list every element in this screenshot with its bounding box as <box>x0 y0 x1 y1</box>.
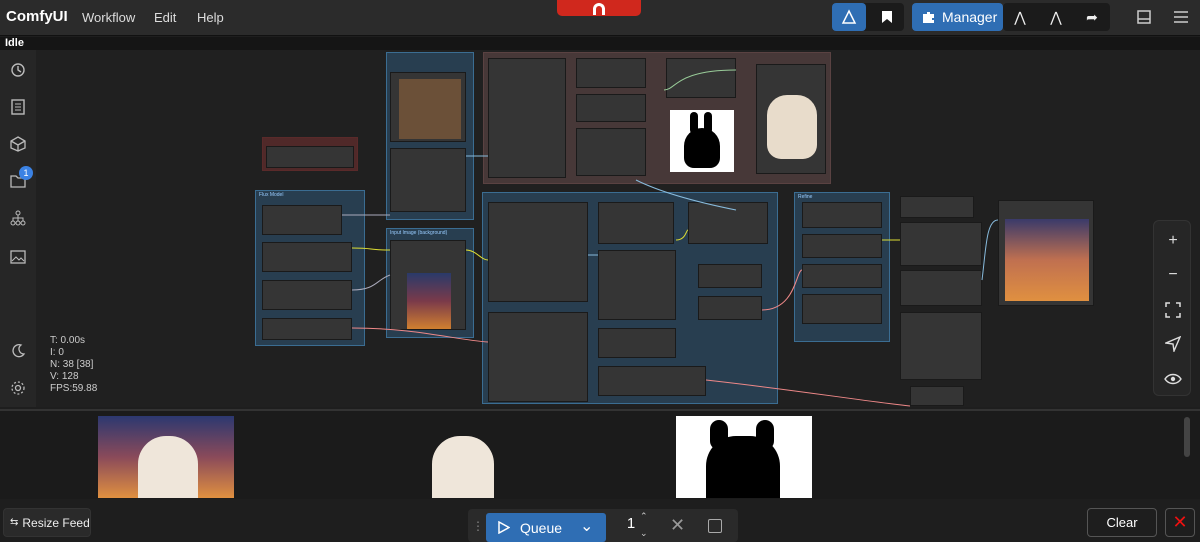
workflow-tools-group <box>832 3 904 31</box>
queue-badge: 1 <box>19 166 33 180</box>
increment-button[interactable]: ⌃ <box>640 511 648 522</box>
wire <box>635 179 737 211</box>
resize-feed-button[interactable]: ⇆ Resize Feed <box>3 508 91 537</box>
hierarchy-icon[interactable] <box>8 208 28 228</box>
play-icon <box>498 521 510 534</box>
cube-icon[interactable] <box>8 134 28 154</box>
moon-icon[interactable] <box>8 341 28 361</box>
menu-icon <box>1174 11 1188 23</box>
wire <box>351 327 489 343</box>
menu-help[interactable]: Help <box>197 10 224 25</box>
queue-button[interactable]: Queue ⌄ <box>486 513 606 542</box>
canvas-controls: + − <box>1153 220 1191 396</box>
wire <box>351 247 391 251</box>
ear-shape <box>710 420 728 450</box>
workflow-icon-button[interactable] <box>832 3 866 31</box>
clear-button[interactable]: Clear <box>1087 508 1157 537</box>
node-wires <box>342 69 999 407</box>
menu-edit[interactable]: Edit <box>154 10 176 25</box>
wire <box>761 269 803 311</box>
run-indicator-button[interactable] <box>557 0 641 16</box>
feed-image[interactable] <box>98 416 234 498</box>
app-logo[interactable]: ComfyUI <box>6 8 68 25</box>
bunny-face <box>432 436 494 498</box>
resize-feed-label: Resize Feed <box>22 515 90 530</box>
eye-icon <box>1164 373 1182 385</box>
wire <box>675 229 689 241</box>
plus-icon: + <box>1168 232 1178 249</box>
history-icon[interactable] <box>8 60 28 80</box>
wire <box>705 379 911 407</box>
bunny-face <box>138 436 198 498</box>
feed-image[interactable] <box>394 416 530 498</box>
stop-icon[interactable] <box>708 519 722 533</box>
wave-icon: ⋀ <box>1014 8 1026 25</box>
stat-v: V: 128 <box>50 371 79 382</box>
ear-shape <box>756 420 774 450</box>
wire <box>351 274 391 291</box>
graph-stats: T: 0.00s I: 0 N: 38 [38] V: 128 FPS:59.8… <box>50 335 97 395</box>
panel-icon <box>1137 10 1151 24</box>
close-feed-button[interactable]: ✕ <box>1165 508 1195 537</box>
hamburger-menu-button[interactable] <box>1164 3 1198 31</box>
node-graph-canvas[interactable]: Flux Model Input Image (background) Refi… <box>36 50 1200 407</box>
arc-icon <box>593 3 605 15</box>
gear-icon[interactable] <box>8 378 28 398</box>
extra-tools-group: ⋀ ⋀ ➦ <box>1003 3 1110 31</box>
feed-scrollbar[interactable] <box>1184 417 1190 457</box>
drag-handle-icon[interactable]: ⋮ <box>472 519 484 533</box>
select-mode-button[interactable] <box>1163 334 1183 354</box>
decrement-button[interactable]: ⌄ <box>640 528 648 539</box>
zoom-out-button[interactable]: − <box>1163 265 1183 285</box>
close-icon: ✕ <box>1172 512 1188 532</box>
bookmark-icon <box>882 11 892 23</box>
wire <box>981 219 999 281</box>
document-icon[interactable] <box>8 97 28 117</box>
extension-a-button[interactable]: ⋀ <box>1003 3 1037 31</box>
stat-time: T: 0.00s <box>50 335 86 346</box>
manager-button[interactable]: Manager <box>912 3 1003 31</box>
navigate-icon <box>1165 336 1181 352</box>
menu-workflow[interactable]: Workflow <box>82 10 135 25</box>
stat-fps: FPS:59.88 <box>50 383 98 394</box>
bookmark-button[interactable] <box>870 3 904 31</box>
stat-n: N: 38 [38] <box>50 359 94 370</box>
status-bar: Idle <box>0 37 1200 50</box>
queue-label: Queue <box>520 520 563 536</box>
share-arrow-icon: ➦ <box>1086 8 1098 25</box>
wire <box>465 249 489 261</box>
share-button[interactable]: ➦ <box>1075 3 1109 31</box>
extension-b-button[interactable]: ⋀ <box>1039 3 1073 31</box>
fit-view-button[interactable] <box>1163 300 1183 320</box>
toggle-panel-button[interactable] <box>1127 3 1161 31</box>
manager-label: Manager <box>942 9 998 25</box>
top-menu-bar: ComfyUI Workflow Edit Help Manager ⋀ ⋀ ➦ <box>0 0 1200 36</box>
gallery-icon[interactable] <box>8 247 28 267</box>
toggle-links-button[interactable] <box>1163 369 1183 389</box>
zoom-in-button[interactable]: + <box>1163 231 1183 251</box>
fullscreen-icon <box>1165 302 1181 318</box>
feed-image[interactable] <box>676 416 812 498</box>
sidebar: 1 <box>0 50 36 407</box>
cancel-queue-icon[interactable]: ✕ <box>670 515 685 536</box>
wave-icon: ⋀ <box>1050 8 1062 25</box>
chevron-down-icon[interactable]: ⌄ <box>580 516 593 536</box>
stat-i: I: 0 <box>50 347 64 358</box>
resize-icon: ⇆ <box>10 517 19 528</box>
minus-icon: − <box>1168 266 1178 283</box>
puzzle-icon <box>923 11 934 23</box>
wire <box>663 69 737 91</box>
triangle-network-icon <box>841 9 857 24</box>
